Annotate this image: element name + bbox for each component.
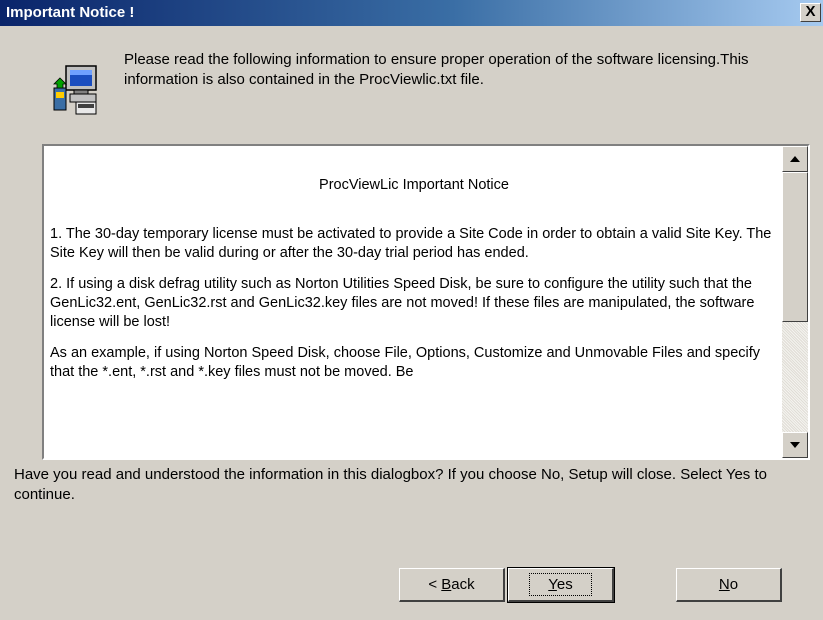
yes-button[interactable]: Yes: [507, 567, 615, 603]
arrow-up-icon: [790, 156, 800, 162]
scroll-down-button[interactable]: [782, 432, 808, 458]
title-bar: Important Notice ! X: [0, 0, 823, 26]
notice-textbox[interactable]: ProcViewLic Important Notice 1. The 30-d…: [42, 144, 810, 460]
intro-text: Please read the following information to…: [124, 51, 749, 88]
notice-paragraph: 2. If using a disk defrag utility such a…: [50, 276, 755, 330]
back-label: < Back: [428, 576, 475, 593]
no-button[interactable]: No: [676, 568, 782, 602]
scrollbar-thumb[interactable]: [782, 172, 808, 322]
notice-title: ProcViewLic Important Notice: [319, 177, 509, 193]
arrow-down-icon: [790, 442, 800, 448]
close-icon: X: [805, 3, 816, 20]
computer-install-icon: [50, 64, 102, 116]
back-button[interactable]: < Back: [399, 568, 505, 602]
window-title: Important Notice !: [6, 4, 135, 21]
close-button[interactable]: X: [800, 3, 821, 22]
no-label: No: [718, 576, 739, 593]
scroll-up-button[interactable]: [782, 146, 808, 172]
notice-paragraph: As an example, if using Norton Speed Dis…: [50, 345, 761, 380]
vertical-scrollbar[interactable]: [782, 146, 808, 458]
confirmation-question: Have you read and understood the informa…: [14, 466, 767, 503]
yes-label: Yes: [529, 573, 592, 596]
notice-paragraph: 1. The 30-day temporary license must be …: [50, 226, 772, 261]
notice-content: ProcViewLic Important Notice 1. The 30-d…: [50, 146, 778, 394]
